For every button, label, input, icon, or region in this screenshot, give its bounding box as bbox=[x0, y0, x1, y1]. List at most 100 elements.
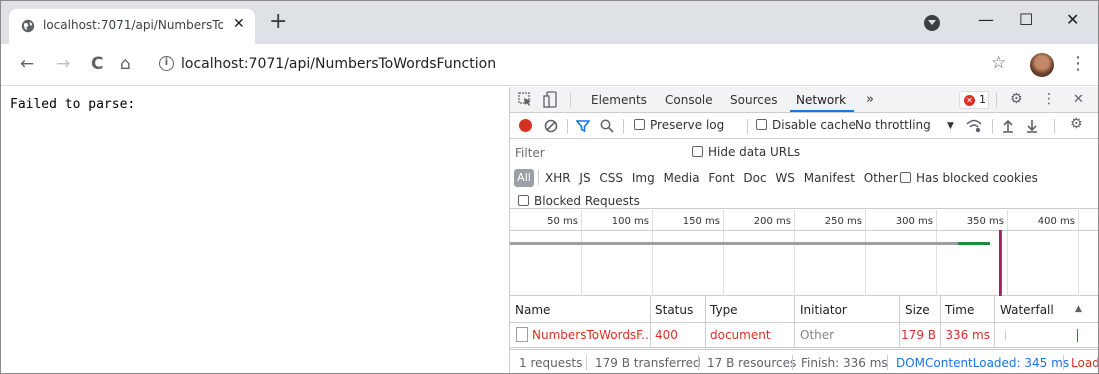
col-initiator[interactable]: Initiator bbox=[800, 303, 847, 317]
preserve-log-checkbox[interactable]: Preserve log bbox=[634, 118, 724, 132]
column-divider bbox=[705, 296, 706, 348]
filter-doc[interactable]: Doc bbox=[743, 171, 766, 185]
filter-xhr[interactable]: XHR bbox=[545, 171, 571, 185]
close-devtools-icon[interactable]: ✕ bbox=[1073, 92, 1084, 107]
export-har-icon[interactable] bbox=[1026, 119, 1038, 133]
forward-button[interactable]: → bbox=[56, 54, 70, 74]
table-row[interactable]: NumbersToWordsF... 400 document Other 17… bbox=[510, 323, 1098, 348]
filter-media[interactable]: Media bbox=[664, 171, 700, 185]
tab-console[interactable]: Console bbox=[665, 93, 713, 107]
col-status[interactable]: Status bbox=[655, 303, 693, 317]
more-tabs-icon[interactable]: » bbox=[866, 92, 874, 107]
filter-ws[interactable]: WS bbox=[775, 171, 794, 185]
timeline-request-bar bbox=[510, 242, 958, 245]
timeline-gridline bbox=[936, 210, 937, 296]
inspect-element-icon[interactable] bbox=[518, 92, 533, 107]
col-time[interactable]: Time bbox=[945, 303, 974, 317]
back-button[interactable]: ← bbox=[20, 54, 34, 74]
separator bbox=[1063, 355, 1064, 370]
status-finish: Finish: 336 ms bbox=[801, 356, 888, 370]
status-requests: 1 requests bbox=[519, 356, 583, 370]
timeline-gridline bbox=[1078, 210, 1079, 296]
document-icon bbox=[516, 327, 528, 342]
media-control-icon[interactable] bbox=[924, 15, 940, 31]
profile-avatar[interactable] bbox=[1030, 53, 1054, 77]
filter-img[interactable]: Img bbox=[632, 171, 655, 185]
throttling-dropdown-icon[interactable]: ▼ bbox=[947, 121, 954, 131]
page-content: Failed to parse: bbox=[1, 87, 509, 373]
browser-toolbar: ← → C ⌂ i localhost:7071/api/NumbersToWo… bbox=[1, 44, 1098, 86]
browser-menu-icon[interactable]: ⋮ bbox=[1069, 53, 1087, 74]
url-text[interactable]: localhost:7071/api/NumbersToWordsFunctio… bbox=[181, 56, 496, 72]
timeline-tick-label: 350 ms bbox=[966, 216, 1004, 227]
settings-gear-icon[interactable]: ⚙ bbox=[1010, 91, 1023, 107]
disable-cache-checkbox[interactable]: Disable cache bbox=[756, 118, 856, 132]
filter-other[interactable]: Other bbox=[864, 171, 898, 185]
column-divider bbox=[940, 296, 941, 348]
col-type[interactable]: Type bbox=[710, 303, 738, 317]
info-icon[interactable]: i bbox=[159, 56, 174, 71]
reload-button[interactable]: C bbox=[91, 54, 103, 74]
devtools-menu-icon[interactable]: ⋮ bbox=[1042, 91, 1056, 107]
clear-icon[interactable] bbox=[544, 119, 558, 133]
column-divider bbox=[994, 296, 995, 348]
blocked-requests-checkbox[interactable]: Blocked Requests bbox=[518, 194, 640, 208]
timeline-gridline bbox=[652, 210, 653, 296]
filter-input[interactable] bbox=[515, 144, 680, 162]
separator bbox=[792, 355, 793, 370]
request-initiator: Other bbox=[800, 328, 835, 342]
filter-all-button[interactable]: All bbox=[514, 169, 534, 187]
tab-sources[interactable]: Sources bbox=[730, 93, 777, 107]
import-har-icon[interactable] bbox=[1002, 119, 1014, 133]
tab-strip: localhost:7071/api/NumbersToWordsFunctio… bbox=[1, 1, 1098, 44]
tab-elements[interactable]: Elements bbox=[591, 93, 647, 107]
timeline-tick-label: 400 ms bbox=[1037, 216, 1075, 227]
search-icon[interactable] bbox=[600, 119, 614, 133]
separator bbox=[887, 355, 888, 370]
minimize-button[interactable]: — bbox=[978, 10, 994, 29]
separator bbox=[586, 355, 587, 370]
home-button[interactable]: ⌂ bbox=[120, 54, 131, 74]
devtools-tabbar: Elements Console Sources Network » ✕ 1 ⚙… bbox=[510, 87, 1098, 113]
col-waterfall[interactable]: Waterfall bbox=[1000, 303, 1054, 317]
waterfall-wait-bar bbox=[1005, 331, 1006, 340]
hide-data-urls-checkbox[interactable]: Hide data URLs bbox=[692, 145, 800, 159]
browser-window: localhost:7071/api/NumbersToWordsFunctio… bbox=[0, 0, 1099, 374]
separator bbox=[992, 119, 993, 134]
close-window-button[interactable]: ✕ bbox=[1066, 10, 1079, 29]
col-size[interactable]: Size bbox=[905, 303, 930, 317]
address-bar[interactable]: i localhost:7071/api/NumbersToWordsFunct… bbox=[147, 50, 1007, 80]
page-body-text: Failed to parse: bbox=[10, 97, 136, 112]
record-icon[interactable] bbox=[519, 119, 532, 132]
resource-type-filters: XHR JS CSS Img Media Font Doc WS Manifes… bbox=[545, 171, 903, 185]
request-type: document bbox=[710, 328, 771, 342]
network-settings-icon[interactable]: ⚙ bbox=[1070, 116, 1083, 132]
preserve-log-label: Preserve log bbox=[650, 118, 725, 132]
separator bbox=[1054, 119, 1055, 134]
maximize-button[interactable]: ☐ bbox=[1019, 10, 1033, 29]
error-count: 1 bbox=[979, 93, 986, 106]
has-blocked-cookies-checkbox[interactable]: Has blocked cookies bbox=[900, 171, 1038, 185]
col-name[interactable]: Name bbox=[515, 303, 550, 317]
timeline-gridline bbox=[794, 210, 795, 296]
network-conditions-icon[interactable] bbox=[965, 118, 983, 133]
tab-network[interactable]: Network bbox=[796, 93, 846, 107]
network-timeline[interactable]: 50 ms 100 ms 150 ms 200 ms 250 ms 300 ms… bbox=[510, 210, 1098, 296]
device-toolbar-icon[interactable] bbox=[543, 91, 557, 108]
filter-funnel-icon[interactable] bbox=[576, 119, 590, 133]
bookmark-star-icon[interactable]: ☆ bbox=[991, 53, 1006, 73]
throttling-select[interactable]: No throttling bbox=[855, 118, 931, 132]
tab-close-icon[interactable]: ✕ bbox=[233, 16, 245, 32]
sort-ascending-icon[interactable]: ▲ bbox=[1075, 304, 1082, 314]
error-count-badge[interactable]: ✕ 1 bbox=[959, 91, 989, 109]
timeline-tick-label: 150 ms bbox=[682, 216, 720, 227]
filter-js[interactable]: JS bbox=[579, 171, 590, 185]
browser-tab[interactable]: localhost:7071/api/NumbersToWordsFunctio… bbox=[9, 9, 255, 44]
request-name[interactable]: NumbersToWordsF... bbox=[532, 328, 648, 342]
separator bbox=[623, 119, 624, 134]
new-tab-button[interactable]: + bbox=[269, 9, 287, 35]
filter-manifest[interactable]: Manifest bbox=[804, 171, 855, 185]
filter-font[interactable]: Font bbox=[708, 171, 734, 185]
table-header: Name Status Type Initiator Size Time Wat… bbox=[510, 296, 1098, 323]
filter-css[interactable]: CSS bbox=[599, 171, 623, 185]
